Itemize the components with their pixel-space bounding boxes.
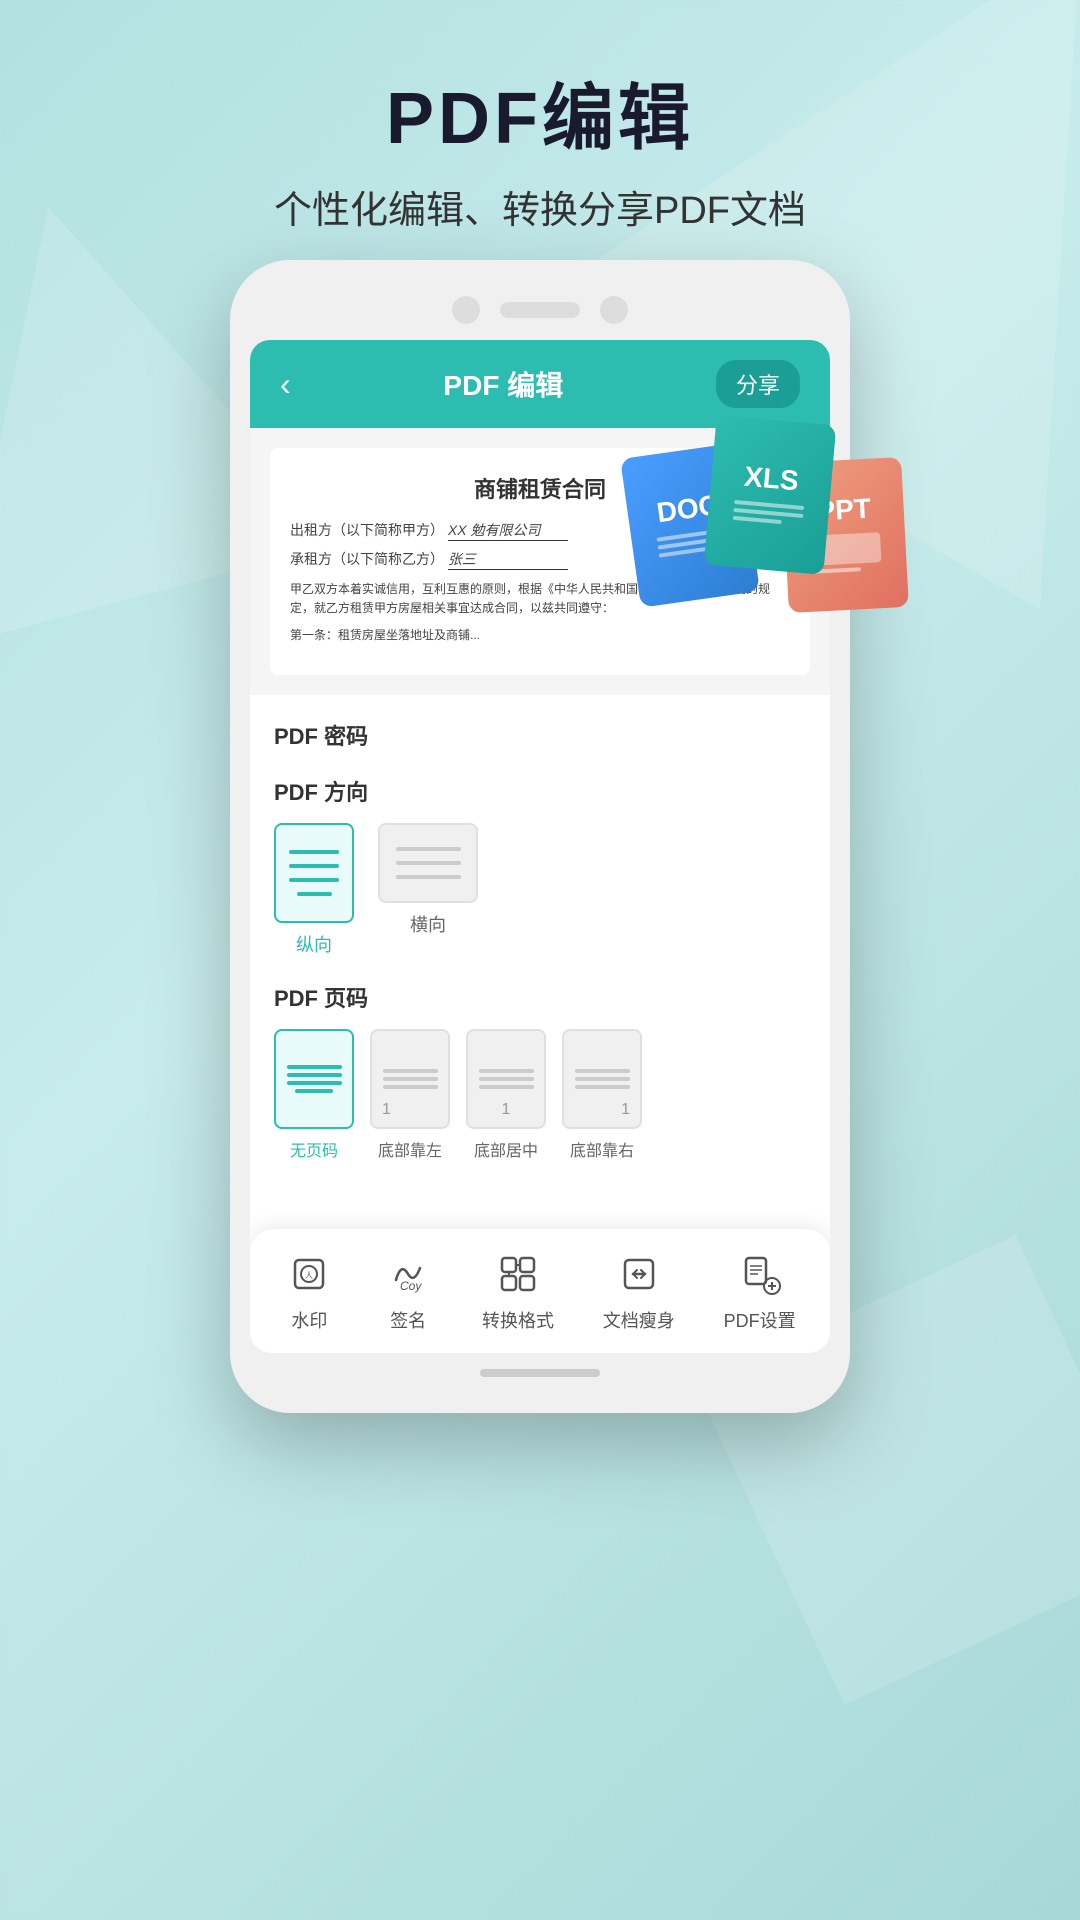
subtitle: 个性化编辑、转换分享PDF文档: [0, 179, 1080, 234]
sensor-icon: [600, 296, 628, 324]
page-bottom-center[interactable]: 1 底部居中: [466, 1029, 546, 1161]
pdf-password-section: PDF 密码: [274, 719, 806, 751]
xls-label: XLS: [743, 461, 800, 498]
landscape-label: 横向: [410, 911, 446, 937]
floating-file-cards: DOC XLS PPT: [630, 420, 910, 640]
hero-section: PDF编辑 个性化编辑、转换分享PDF文档: [0, 0, 1080, 234]
portrait-icon: [274, 823, 354, 923]
bottom-toolbar: 人 水印 Coy 签名: [250, 1229, 830, 1353]
pdf-direction-label: PDF 方向: [274, 775, 806, 807]
direction-landscape[interactable]: 横向: [378, 823, 478, 957]
landlord-value: XX 勉有限公司: [448, 520, 568, 541]
page-num-center: 1: [502, 1101, 511, 1119]
pdf-password-label: PDF 密码: [274, 719, 806, 751]
tenant-value: 张三: [448, 549, 568, 570]
phone-mockup: ‹ PDF 编辑 分享 1/2 商铺租赁合同 出租方（以下简称甲方） XX 勉有…: [230, 260, 850, 1413]
page-bottom-left[interactable]: 1 底部靠左: [370, 1029, 450, 1161]
pdf-page-label: PDF 页码: [274, 981, 806, 1013]
main-title: PDF编辑: [0, 80, 1080, 159]
portrait-label: 纵向: [296, 931, 332, 957]
compress-icon: [614, 1249, 664, 1299]
home-indicator: [480, 1369, 600, 1377]
svg-text:Coy: Coy: [400, 1279, 422, 1293]
toolbar-watermark[interactable]: 人 水印: [284, 1249, 334, 1333]
speaker-bar: [500, 302, 580, 318]
camera-icon: [452, 296, 480, 324]
compress-label: 文档瘦身: [603, 1307, 675, 1333]
xls-file-card: XLS: [704, 415, 837, 575]
page-bottom-right-label: 底部靠右: [570, 1137, 634, 1161]
phone-bottom-bar: [250, 1353, 830, 1393]
toolbar-compress[interactable]: 文档瘦身: [603, 1249, 675, 1333]
direction-options: 纵向 横向: [274, 823, 806, 957]
signature-icon: Coy: [383, 1249, 433, 1299]
watermark-icon: 人: [284, 1249, 334, 1299]
back-button[interactable]: ‹: [280, 366, 291, 403]
page-bottom-center-icon: 1: [466, 1029, 546, 1129]
landscape-icon: [378, 823, 478, 903]
xls-lines: [732, 500, 804, 530]
toolbar-signature[interactable]: Coy 签名: [383, 1249, 433, 1333]
phone-notch: [250, 280, 830, 340]
signature-label: 签名: [390, 1307, 426, 1333]
page-bottom-left-label: 底部靠左: [378, 1137, 442, 1161]
page-bottom-center-label: 底部居中: [474, 1137, 538, 1161]
page-options: 无页码 1 底部靠左: [274, 1029, 806, 1161]
page-bottom-right[interactable]: 1 底部靠右: [562, 1029, 642, 1161]
convert-icon: [493, 1249, 543, 1299]
page-bottom-right-icon: 1: [562, 1029, 642, 1129]
convert-label: 转换格式: [482, 1307, 554, 1333]
pdf-settings-label: PDF设置: [724, 1307, 796, 1333]
direction-portrait[interactable]: 纵向: [274, 823, 354, 957]
settings-panel: PDF 密码 PDF 方向: [250, 695, 830, 1209]
app-header-bar: ‹ PDF 编辑 分享: [250, 340, 830, 428]
watermark-label: 水印: [291, 1307, 327, 1333]
svg-text:人: 人: [305, 1271, 313, 1280]
page-none-icon: [274, 1029, 354, 1129]
page-none-label: 无页码: [290, 1137, 338, 1161]
pdf-settings-icon: [735, 1249, 785, 1299]
tenant-label: 承租方（以下简称乙方）: [290, 551, 444, 567]
page-bottom-left-icon: 1: [370, 1029, 450, 1129]
share-button[interactable]: 分享: [716, 360, 800, 408]
page-none[interactable]: 无页码: [274, 1029, 354, 1161]
page-num-left: 1: [382, 1101, 391, 1119]
pdf-direction-section: PDF 方向 纵向: [274, 775, 806, 957]
toolbar-convert[interactable]: 转换格式: [482, 1249, 554, 1333]
page-num-right: 1: [621, 1101, 630, 1119]
app-title: PDF 编辑: [443, 364, 563, 404]
landlord-label: 出租方（以下简称甲方）: [290, 522, 444, 538]
pdf-page-section: PDF 页码 无页码: [274, 981, 806, 1161]
toolbar-pdf-settings[interactable]: PDF设置: [724, 1249, 796, 1333]
